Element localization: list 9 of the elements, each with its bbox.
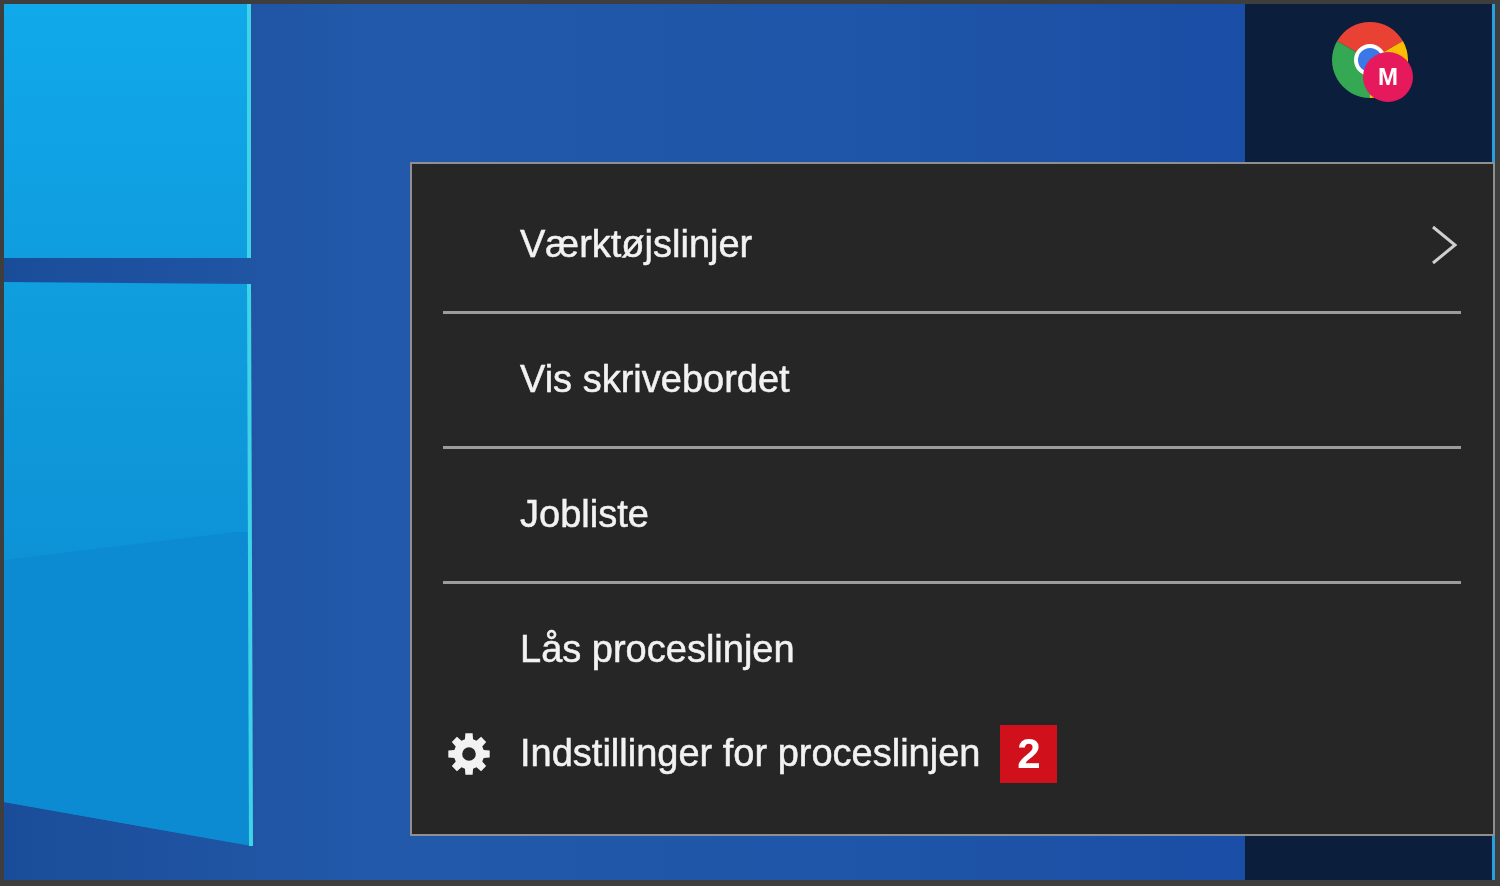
- menu-item[interactable]: Vis skrivebordet: [520, 357, 790, 403]
- settings-icon: [448, 733, 490, 775]
- menu-item[interactable]: Indstillinger for proceslinjen: [520, 731, 981, 777]
- menu-item[interactable]: Jobliste: [520, 492, 649, 538]
- menu-item[interactable]: Værktøjslinjer: [520, 222, 753, 268]
- profile-avatar[interactable]: M: [1363, 52, 1413, 102]
- step-callout: 2: [1000, 725, 1058, 783]
- chevron-right-icon: [1430, 224, 1458, 266]
- menu-item[interactable]: Lås proceslinjen: [520, 627, 795, 673]
